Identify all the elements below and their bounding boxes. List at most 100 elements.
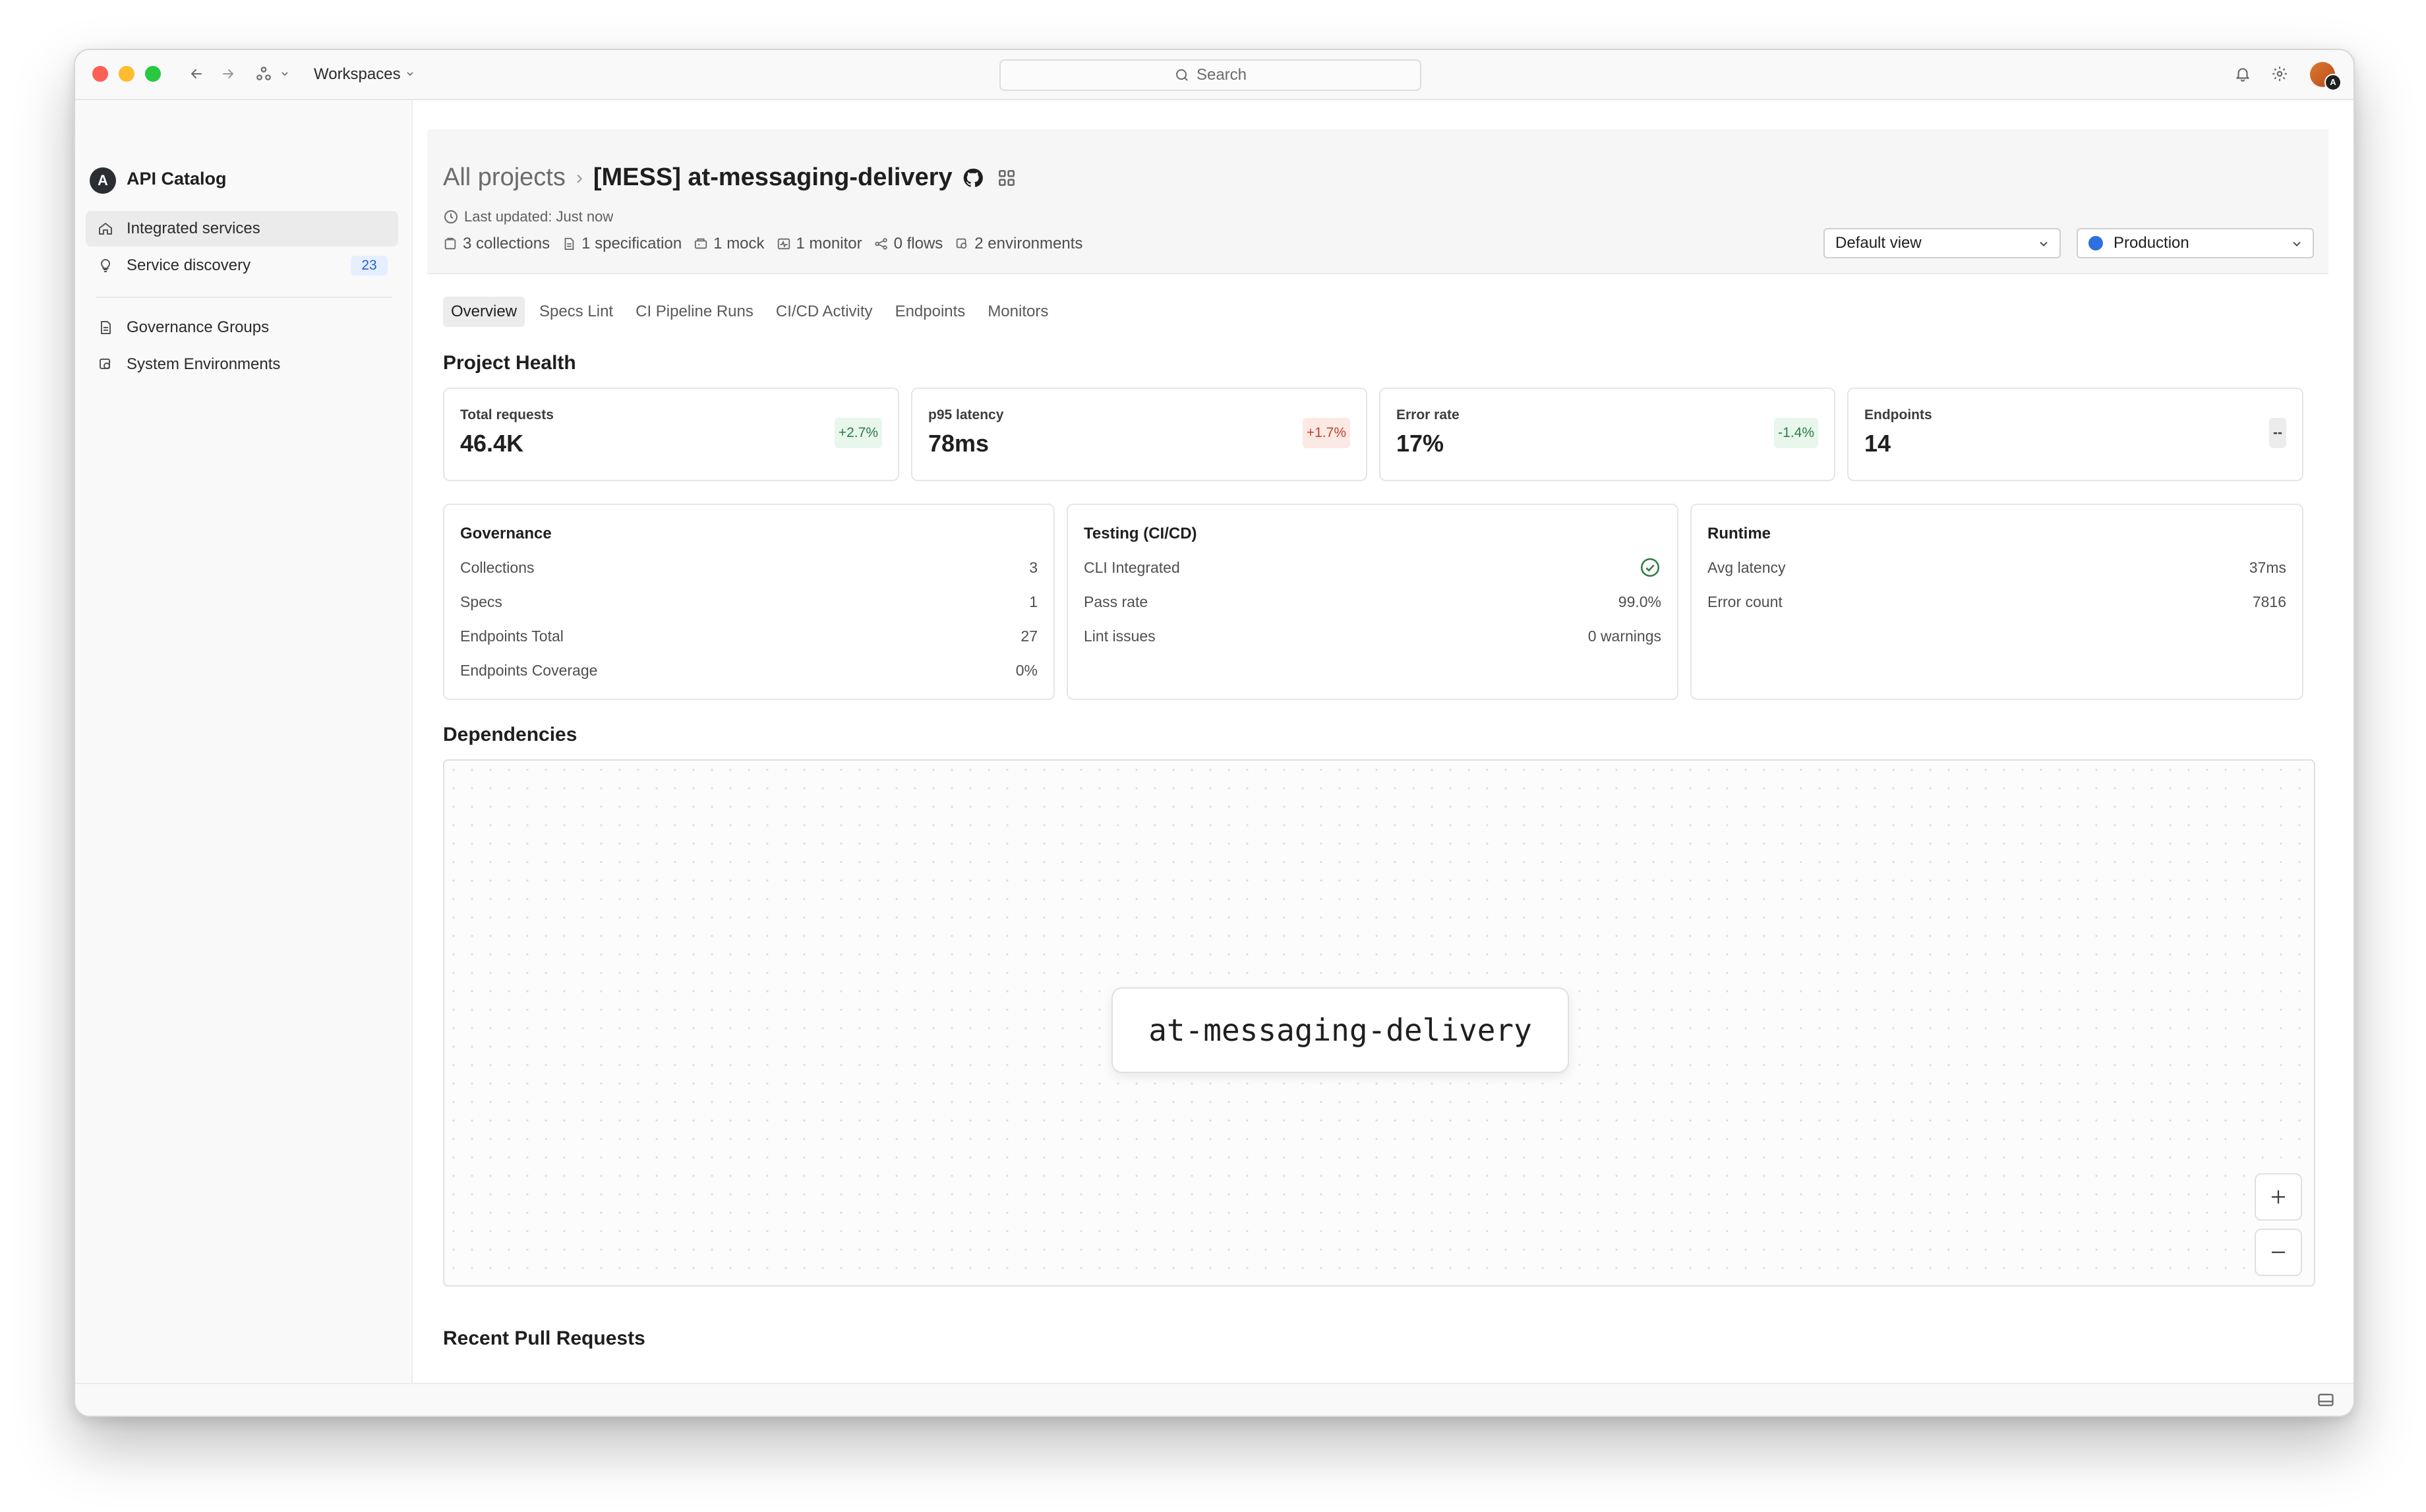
meta-environments[interactable]: 2 environments	[955, 235, 1082, 253]
sidebar-item-label: Governance Groups	[127, 318, 270, 336]
sidebar-item-system-environments[interactable]: System Environments	[86, 347, 398, 382]
governance-row: Specs 1	[460, 591, 1038, 613]
sidebar-item-integrated-services[interactable]: Integrated services	[86, 211, 398, 247]
search-input[interactable]: Search	[999, 59, 1421, 91]
monitor-icon	[777, 238, 790, 250]
zoom-in-button[interactable]	[2255, 1173, 2302, 1221]
breadcrumb-root[interactable]: All projects	[443, 163, 566, 192]
stat-label: p95 latency	[928, 407, 1004, 422]
gear-icon[interactable]	[2268, 62, 2292, 86]
view-select[interactable]: Default view	[1823, 228, 2061, 258]
search-placeholder: Search	[1196, 66, 1247, 84]
row-label: CLI Integrated	[1084, 558, 1180, 576]
breadcrumb-separator: ›	[576, 166, 583, 189]
workspaces-menu[interactable]: Workspaces	[314, 63, 415, 86]
page-title: [MESS] at-messaging-delivery	[593, 163, 953, 191]
count-badge: 23	[351, 256, 388, 276]
sidebar: A API Catalog Integrated services Servic…	[75, 100, 413, 1385]
row-label: Pass rate	[1084, 593, 1148, 610]
minimize-window-button[interactable]	[119, 66, 134, 82]
meta-text: 3 collections	[463, 235, 550, 252]
workspace-switch-icon[interactable]	[252, 62, 276, 86]
search-icon	[1175, 69, 1188, 81]
bell-icon[interactable]	[2231, 62, 2255, 86]
meta-monitors[interactable]: 1 monitor	[777, 235, 862, 253]
runtime-card: Runtime Avg latency 37ms Error count 781…	[1690, 504, 2303, 700]
row-value: 1	[1029, 593, 1038, 610]
stat-card-p95-latency: p95 latency 78ms +1.7%	[911, 388, 1367, 481]
avatar-badge: A	[2324, 74, 2342, 91]
title-bar: Workspaces Search A	[75, 50, 2353, 100]
tab-cicd-activity[interactable]: CI/CD Activity	[768, 297, 881, 327]
meta-collections[interactable]: 3 collections	[443, 235, 550, 253]
dependencies-title: Dependencies	[443, 724, 577, 745]
github-icon[interactable]	[962, 167, 984, 189]
testing-title: Testing (CI/CD)	[1084, 525, 1197, 542]
testing-card: Testing (CI/CD) CLI Integrated Pass rate…	[1067, 504, 1678, 700]
meta-mocks[interactable]: 1 mock	[694, 235, 765, 253]
tab-overview[interactable]: Overview	[443, 297, 525, 327]
close-window-button[interactable]	[92, 66, 108, 82]
grid-icon[interactable]	[996, 167, 1017, 189]
project-meta: 3 collections 1 specification 1 mock 1 m…	[443, 235, 1082, 253]
last-updated: Last updated: Just now	[443, 208, 613, 225]
stat-label: Total requests	[460, 407, 554, 422]
chevron-down-icon[interactable]	[277, 62, 293, 86]
last-updated-text: Last updated: Just now	[464, 208, 614, 225]
row-value: 3	[1029, 558, 1038, 576]
tab-ci-pipeline-runs[interactable]: CI Pipeline Runs	[628, 297, 761, 327]
zoom-out-button[interactable]	[2255, 1229, 2302, 1276]
dependency-node[interactable]: at-messaging-delivery	[1111, 987, 1569, 1073]
tab-monitors[interactable]: Monitors	[980, 297, 1056, 327]
tab-endpoints[interactable]: Endpoints	[887, 297, 974, 327]
stat-delta: -1.4%	[1774, 418, 1818, 448]
meta-text: 1 monitor	[796, 235, 862, 252]
stat-value: 14	[1864, 430, 1891, 457]
sidebar-item-service-discovery[interactable]: Service discovery 23	[86, 248, 398, 283]
row-value: 27	[1021, 627, 1038, 645]
check-circle-icon	[1640, 558, 1660, 577]
collection-icon	[444, 237, 456, 250]
stat-label: Error rate	[1396, 407, 1460, 422]
back-arrow-icon[interactable]	[185, 62, 208, 86]
panel-toggle-icon[interactable]	[2317, 1391, 2335, 1409]
app-name: API Catalog	[127, 169, 227, 189]
runtime-title: Runtime	[1707, 525, 1771, 542]
forward-arrow-icon[interactable]	[216, 62, 240, 86]
project-health-title: Project Health	[443, 352, 576, 374]
sidebar-item-governance-groups[interactable]: Governance Groups	[86, 310, 398, 345]
status-bar	[75, 1383, 2353, 1416]
stat-delta: +1.7%	[1302, 418, 1350, 448]
environment-icon	[957, 238, 967, 249]
meta-text: 0 flows	[893, 235, 943, 252]
row-value: 0 warnings	[1587, 627, 1661, 645]
chevron-down-icon	[407, 72, 413, 76]
stat-label: Endpoints	[1864, 407, 1932, 422]
workspaces-label: Workspaces	[314, 65, 401, 83]
governance-row: Endpoints Coverage 0%	[460, 659, 1038, 682]
tab-specs-lint[interactable]: Specs Lint	[531, 297, 621, 327]
sidebar-item-label: Service discovery	[127, 256, 251, 274]
testing-row: CLI Integrated	[1084, 556, 1661, 579]
home-icon	[95, 218, 116, 239]
row-label: Avg latency	[1707, 558, 1786, 576]
row-label: Error count	[1707, 593, 1783, 610]
clock-icon	[444, 210, 458, 223]
row-label: Specs	[460, 593, 502, 610]
row-label: Endpoints Total	[460, 627, 564, 645]
meta-flows[interactable]: 0 flows	[874, 235, 943, 253]
tab-bar: Overview Specs Lint CI Pipeline Runs CI/…	[443, 297, 1056, 327]
meta-specifications[interactable]: 1 specification	[562, 235, 682, 253]
row-label: Endpoints Coverage	[460, 661, 598, 679]
maximize-window-button[interactable]	[145, 66, 161, 82]
meta-text: 1 mock	[713, 235, 765, 252]
sidebar-divider	[96, 297, 392, 298]
governance-card: Governance Collections 3 Specs 1 Endpoin…	[443, 504, 1055, 700]
app-logo: A	[90, 167, 116, 194]
stat-value: 78ms	[928, 430, 990, 457]
sidebar-item-label: System Environments	[127, 355, 281, 373]
environment-select[interactable]: Production	[2077, 228, 2314, 258]
flow-icon	[874, 238, 887, 250]
testing-row: Lint issues 0 warnings	[1084, 625, 1661, 647]
chevron-down-icon	[2293, 241, 2301, 247]
